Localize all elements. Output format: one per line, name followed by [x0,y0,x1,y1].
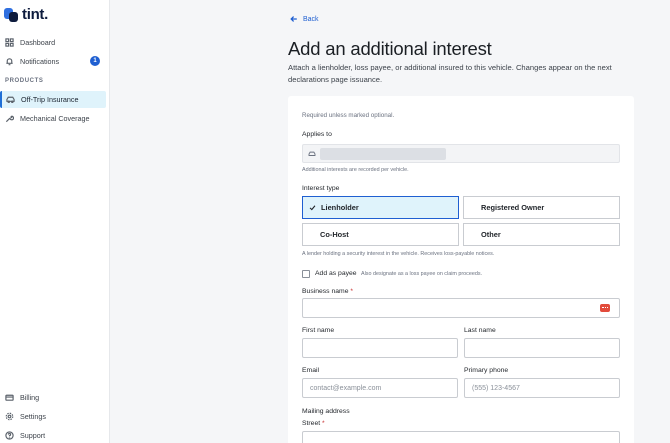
credit-card-icon [5,394,14,401]
logo-mark-icon [4,7,18,22]
street-label: Street * [302,420,325,427]
required-asterisk: * [350,288,354,295]
option-label: Registered Owner [481,203,545,212]
sidebar-item-notifications[interactable]: Notifications 1 [2,53,106,70]
mailing-address-label: Mailing address [302,408,350,415]
interest-option-other[interactable]: Other [463,223,620,246]
sidebar-item-label: Notifications [20,57,60,66]
page-description: Attach a lienholder, loss payee, or addi… [288,63,612,84]
interest-type-label: Interest type [302,185,340,192]
gear-icon [5,412,14,421]
logo[interactable]: tint. [4,6,48,23]
sidebar-item-label: Mechanical Coverage [20,114,90,123]
business-name-label-text: Business name [302,288,349,295]
primary-phone-input[interactable]: (555) 123-4567 [464,378,620,398]
first-name-label: First name [302,327,335,334]
interest-type-hint: A lender holding a security interest in … [302,251,495,257]
interest-option-registered-owner[interactable]: Registered Owner [463,196,620,219]
email-label: Email [302,367,319,374]
option-label: Lienholder [321,203,359,212]
applies-to-hint: Additional interests are recorded per ve… [302,167,409,173]
add-as-payee-checkbox[interactable] [302,270,310,278]
option-label: Other [481,230,501,239]
street-input[interactable] [302,431,620,443]
section-label-products: PRODUCTS [5,78,44,84]
sidebar: tint. Dashboard Notifications 1 PRODUCTS… [0,0,110,443]
required-note: Required unless marked optional. [302,112,395,119]
sidebar-item-dashboard[interactable]: Dashboard [2,34,106,51]
required-asterisk: * [322,420,325,427]
street-label-text: Street [302,420,321,427]
page-title: Add an additional interest [288,38,492,59]
sidebar-item-mechanical-coverage[interactable]: Mechanical Coverage [2,110,106,127]
bell-icon [6,58,13,66]
primary-phone-label: Primary phone [464,367,509,374]
interest-option-co-host[interactable]: Co-Host [302,223,459,246]
sidebar-item-label: Support [20,431,46,440]
sidebar-item-off-trip-insurance[interactable]: Off-Trip Insurance [0,91,106,108]
help-circle-icon [5,431,14,440]
back-link[interactable]: Back [290,15,319,23]
interest-option-lienholder[interactable]: Lienholder [302,196,459,219]
business-name-input[interactable] [302,298,620,318]
first-name-input[interactable] [302,338,458,358]
last-name-input[interactable] [464,338,620,358]
checkmark-icon [309,205,316,211]
car-icon [6,96,15,104]
vehicle-placeholder-skeleton [320,148,446,160]
back-label: Back [303,15,319,23]
add-as-payee-hint: Also designate as a loss payee on claim … [361,271,483,277]
email-input[interactable]: contact@example.com [302,378,458,398]
notification-count-badge: 1 [90,56,100,66]
sidebar-item-billing[interactable]: Billing [2,389,106,406]
car-icon [308,151,316,156]
business-name-label: Business name * [302,288,353,295]
option-label: Co-Host [320,230,349,239]
password-manager-icon[interactable] [600,304,610,312]
sidebar-item-label: Billing [20,393,40,402]
last-name-label: Last name [464,327,496,334]
grid-icon [5,38,14,47]
logo-text: tint. [22,6,48,23]
form-card: Required unless marked optional. Applies… [288,96,634,443]
sidebar-item-support[interactable]: Support [2,427,106,443]
sidebar-item-label: Off-Trip Insurance [21,95,79,104]
sidebar-item-settings[interactable]: Settings [2,408,106,425]
sidebar-item-label: Settings [20,412,46,421]
add-as-payee-label: Add as payee [315,270,357,277]
sidebar-item-label: Dashboard [20,38,56,47]
wrench-icon [5,115,14,123]
applies-to-select[interactable] [302,144,620,163]
arrow-left-icon [290,16,297,22]
applies-to-label: Applies to [302,131,332,138]
